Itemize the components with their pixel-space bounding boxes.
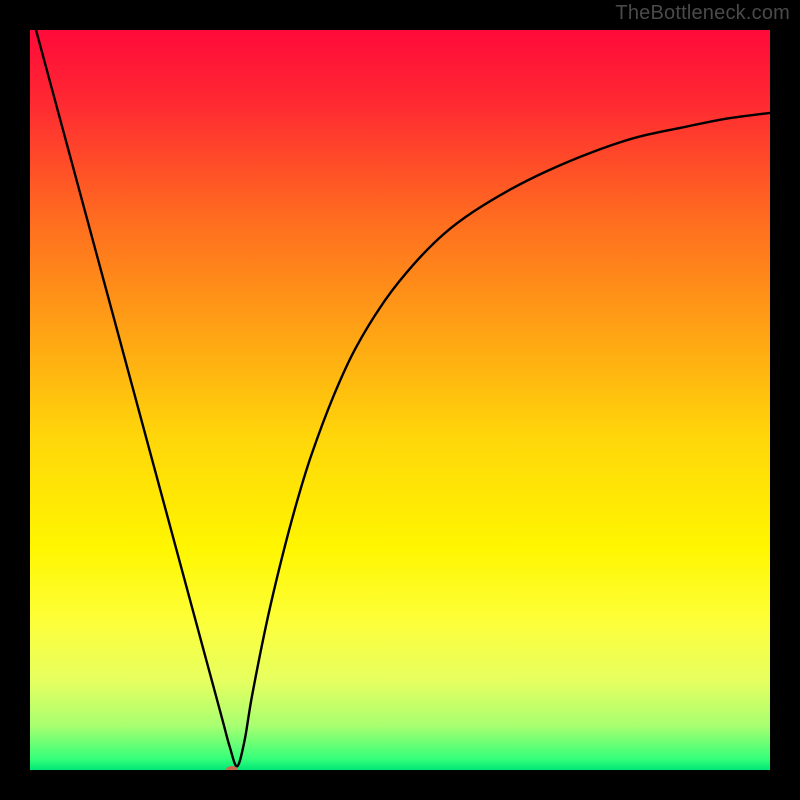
watermark-text: TheBottleneck.com [615, 2, 790, 25]
chart-container: TheBottleneck.com [0, 0, 800, 800]
plot-area [30, 30, 770, 770]
plot-svg [30, 30, 770, 770]
gradient-background [30, 30, 770, 770]
